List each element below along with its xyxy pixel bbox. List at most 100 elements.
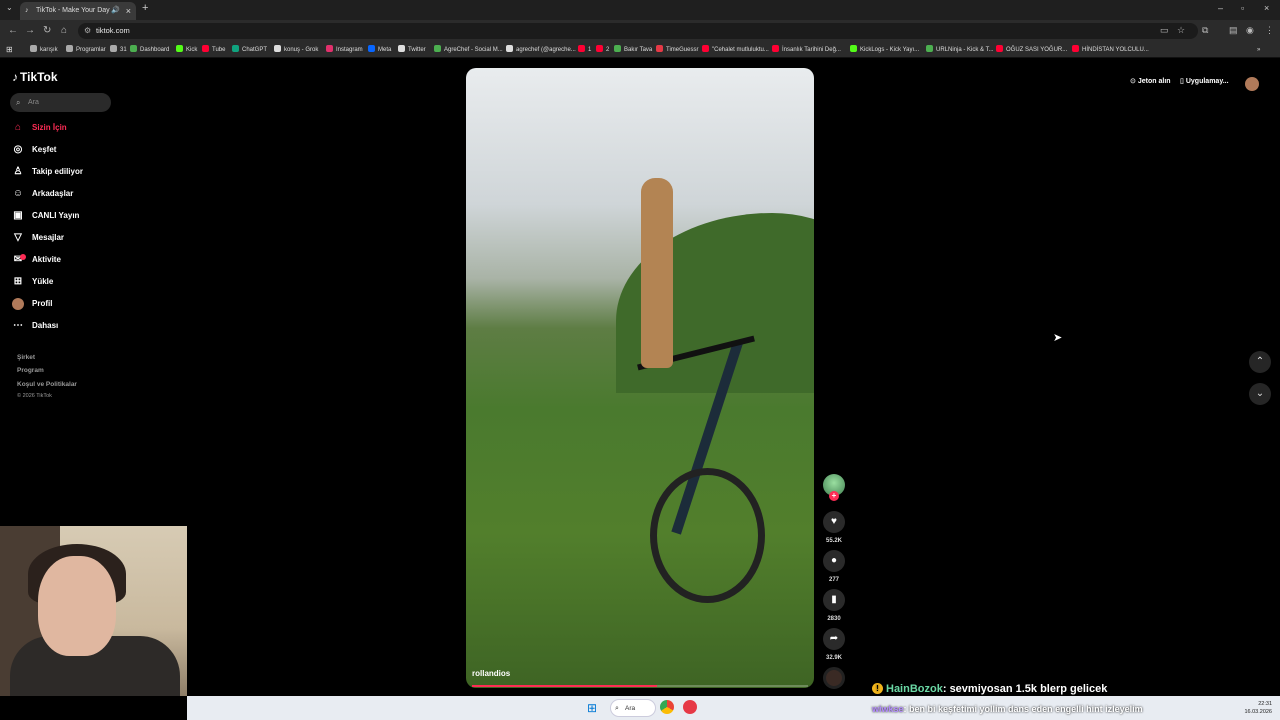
bookmark-item[interactable]: URLNinja - Kick & T... [926,44,994,56]
get-app-button[interactable]: ▯ Uygulamay... [1180,77,1229,85]
footer-terms-link[interactable]: Koşul ve Politikalar [17,381,77,388]
audio-icon[interactable]: 🔊 [111,2,120,20]
bookmark-item[interactable]: İnsanlık Tarihini Değ... [772,44,841,56]
sidebar-item-friends[interactable]: ☺ Arkadaşlar [12,186,73,202]
bookmark-item[interactable]: agrechef (@agreche... [506,44,576,56]
bookmark-item[interactable]: HİNDİSTAN YOLCULU... [1072,44,1149,56]
windows-start-icon[interactable]: ⊞ [587,701,597,715]
reload-icon[interactable]: ↻ [43,25,51,36]
bookmark-item[interactable]: ChatGPT [232,44,267,56]
previous-video-button[interactable]: ⌃ [1249,351,1271,373]
taskbar-clock: 22:31 16.03.2026 [1244,701,1272,715]
menu-kebab-icon[interactable]: ⋮ [1265,25,1274,36]
url-input[interactable]: ⚙ tiktok.com [78,23,1198,39]
chrome-app-icon[interactable] [660,700,674,714]
search-input[interactable]: ⌕ Ara [10,93,111,112]
sidebar-item-label: Takip ediliyor [32,167,83,176]
bookmark-item[interactable]: konuş - Grok [274,44,318,56]
extensions-icon[interactable]: ⧉ [1202,25,1208,36]
chat-message-2: wiwkse: ben bi keşfetimi yollim dans ede… [872,704,1143,714]
chat-text-1: : sevmiyosan 1.5k blerp gelicek [942,683,1108,695]
bookmark-item[interactable]: Instagram [326,44,363,56]
cast-icon[interactable]: ▭ [1160,25,1169,36]
bookmark-item[interactable]: karışık [30,44,58,56]
bookmark-favicon-icon [30,45,37,52]
new-tab-button[interactable]: + [142,2,148,14]
maximize-icon[interactable]: ▫ [1241,3,1244,13]
like-button[interactable]: ♥ 55.2K [822,511,846,544]
sidebar-item-avatar[interactable]: Profil [12,296,52,312]
save-button[interactable]: ▮ 2830 [822,589,846,622]
sidebar-item-more[interactable]: ⋯ Dahası [12,318,58,334]
sidebar-item-home[interactable]: ⌂ Sizin İçin [12,120,67,136]
site-info-icon[interactable]: ⚙ [84,23,91,39]
close-tab-icon[interactable]: × [126,2,131,20]
bookmark-item[interactable]: TimeGuessr [656,44,698,56]
music-disc-icon[interactable] [823,667,845,689]
profile-avatar[interactable] [1245,77,1259,91]
sidebar-item-activity[interactable]: ✉ Aktivite [12,252,61,268]
footer-company-link[interactable]: Şirket [17,354,35,361]
bookmark-item[interactable]: 31 [110,44,127,56]
video-progress-bar[interactable] [472,685,808,687]
sidebar-item-messages[interactable]: ▽ Mesajlar [12,230,64,246]
bookmark-item[interactable]: OĞUZ SASI YOĞUR... [996,44,1067,56]
friends-icon: ☺ [12,188,24,199]
bookmarks-overflow-icon[interactable]: » [1257,44,1260,56]
footer-program-link[interactable]: Program [17,367,44,374]
minimize-icon[interactable]: – [1218,3,1223,13]
sidepanel-icon[interactable]: ▤ [1229,25,1238,36]
video-progress-fill [472,685,657,687]
sidebar-item-label: Arkadaşlar [32,189,74,198]
mouse-cursor-icon: ➤ [1053,332,1063,344]
sidebar-item-upload[interactable]: ⊞ Yükle [12,274,54,290]
tab-search-icon[interactable]: ⌄ [6,3,13,12]
bookmark-item[interactable]: Bakır Tava [614,44,652,56]
taskbar-search-icon: ⌕ [615,705,619,712]
bookmark-item[interactable]: 1 [578,44,591,56]
close-window-icon[interactable]: × [1264,3,1269,13]
bookmark-item[interactable]: AgreChef - Social M... [434,44,503,56]
profile-icon[interactable]: ◉ [1246,25,1254,36]
forward-icon[interactable]: → [25,25,35,36]
apps-grid-icon[interactable]: ⊞ [6,44,13,56]
follow-plus-icon[interactable]: + [829,491,839,501]
sidebar-item-label: CANLI Yayın [32,211,80,220]
bookmark-item[interactable]: "Cehalet mutluluktu... [702,44,769,56]
bookmark-item[interactable]: KickLogs - Kick Yayı... [850,44,919,56]
bookmark-item[interactable]: 2 [596,44,609,56]
bookmark-item[interactable]: Dashboard [130,44,169,56]
home-button-icon[interactable]: ⌂ [61,25,67,36]
share-icon: ➦ [823,628,845,650]
video-author[interactable]: rollandios [472,669,510,678]
bookmark-item[interactable]: Twitter [398,44,426,56]
comment-button[interactable]: ● 277 [822,550,846,583]
taskbar-search[interactable]: ⌕ Ara [610,699,656,717]
browser-tab[interactable]: ♪ TikTok - Make Your Day 🔊 × [20,2,136,20]
bookmark-item[interactable]: Kick [176,44,197,56]
activity-icon: ✉ [12,254,26,266]
bookmark-favicon-icon [66,45,73,52]
webcam-overlay [0,526,187,696]
tiktok-logo[interactable]: ♪ TikTok [12,70,58,84]
bookmark-item[interactable]: Programlar [66,44,106,56]
get-coins-button[interactable]: ⊙ Jeton alın [1130,77,1171,85]
sidebar-item-live[interactable]: ▣ CANLI Yayın [12,208,79,224]
bookmark-favicon-icon [398,45,405,52]
next-video-button[interactable]: ⌄ [1249,383,1271,405]
bookmark-favicon-icon [202,45,209,52]
share-button[interactable]: ➦ 32.9K [822,628,846,661]
notification-dot [20,254,26,260]
back-icon[interactable]: ← [8,25,18,36]
sidebar-item-label: Mesajlar [32,233,65,242]
tab-title: TikTok - Make Your Day [36,7,110,14]
bookmark-item[interactable]: Tube [202,44,225,56]
app-icon[interactable] [683,700,697,714]
chat-text-2: : ben bi keşfetimi yollim dans eden enge… [903,704,1143,714]
sidebar-item-compass[interactable]: ◎ Keşfet [12,142,57,158]
bookmark-star-icon[interactable]: ☆ [1177,25,1185,36]
sidebar-item-following[interactable]: ♙ Takip ediliyor [12,164,83,180]
sidebar-item-label: Aktivite [32,255,61,264]
bookmark-item[interactable]: Meta [368,44,391,56]
video-player[interactable] [466,68,814,688]
